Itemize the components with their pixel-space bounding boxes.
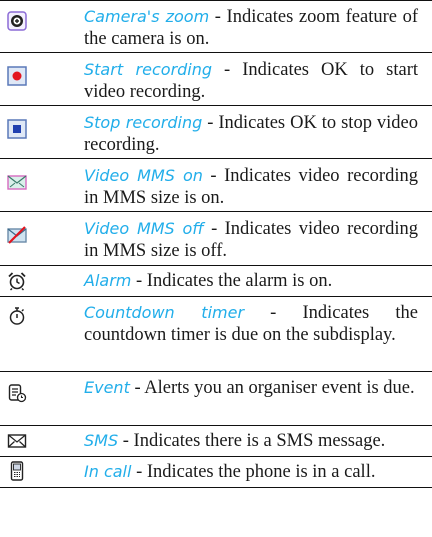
separator: - (131, 462, 147, 482)
table-row: Countdown timer - Indicates the countdow… (0, 297, 432, 372)
camera-zoom-icon (7, 11, 27, 31)
separator: - (202, 166, 225, 186)
term-label: Alarm (84, 271, 132, 290)
table-row: In call - Indicates the phone is in a ca… (0, 457, 432, 488)
separator: - (129, 378, 145, 398)
separator: - (209, 7, 227, 27)
video-mms-on-icon (7, 172, 27, 192)
table-row: Start recording - Indicates OK to start … (0, 53, 432, 106)
table-row: Event - Alerts you an organiser event is… (0, 372, 432, 426)
table-row: Stop recording - Indicates OK to stop vi… (0, 106, 432, 159)
description: Indicates there is a SMS message. (133, 431, 386, 451)
status-icon-table: Camera's zoom - Indicates zoom feature o… (0, 0, 432, 488)
term-label: In call (84, 462, 132, 481)
alarm-clock-icon (7, 271, 27, 291)
separator: - (244, 303, 303, 323)
term-label: Video MMS on (84, 166, 203, 185)
description: Indicates the alarm is on. (146, 271, 333, 291)
event-icon (7, 383, 27, 403)
envelope-icon (7, 431, 27, 451)
table-row: Alarm - Indicates the alarm is on. (0, 266, 432, 297)
phone-in-call-icon (7, 461, 27, 481)
stopwatch-icon (7, 306, 27, 326)
table-row: Camera's zoom - Indicates zoom feature o… (0, 0, 432, 53)
term-label: Event (84, 378, 130, 397)
separator: - (203, 219, 225, 239)
separator: - (118, 431, 134, 451)
stop-recording-icon (7, 119, 27, 139)
description: Indicates the phone is in a call. (146, 462, 376, 482)
video-mms-off-icon (7, 225, 27, 245)
term-label: Camera's zoom (84, 7, 210, 26)
description: Alerts you an organiser event is due. (144, 378, 415, 398)
term-label: Stop recording (84, 113, 203, 132)
term-label: Video MMS off (84, 219, 204, 238)
separator: - (202, 113, 219, 133)
separator: - (212, 60, 243, 80)
table-row: Video MMS off - Indicates video recordin… (0, 212, 432, 266)
table-row: Video MMS on - Indicates video recording… (0, 159, 432, 212)
table-row: SMS - Indicates there is a SMS message. (0, 426, 432, 457)
term-label: Countdown timer (84, 303, 245, 322)
separator: - (131, 271, 147, 291)
start-recording-icon (7, 66, 27, 86)
term-label: SMS (84, 431, 119, 450)
term-label: Start recording (84, 60, 213, 79)
